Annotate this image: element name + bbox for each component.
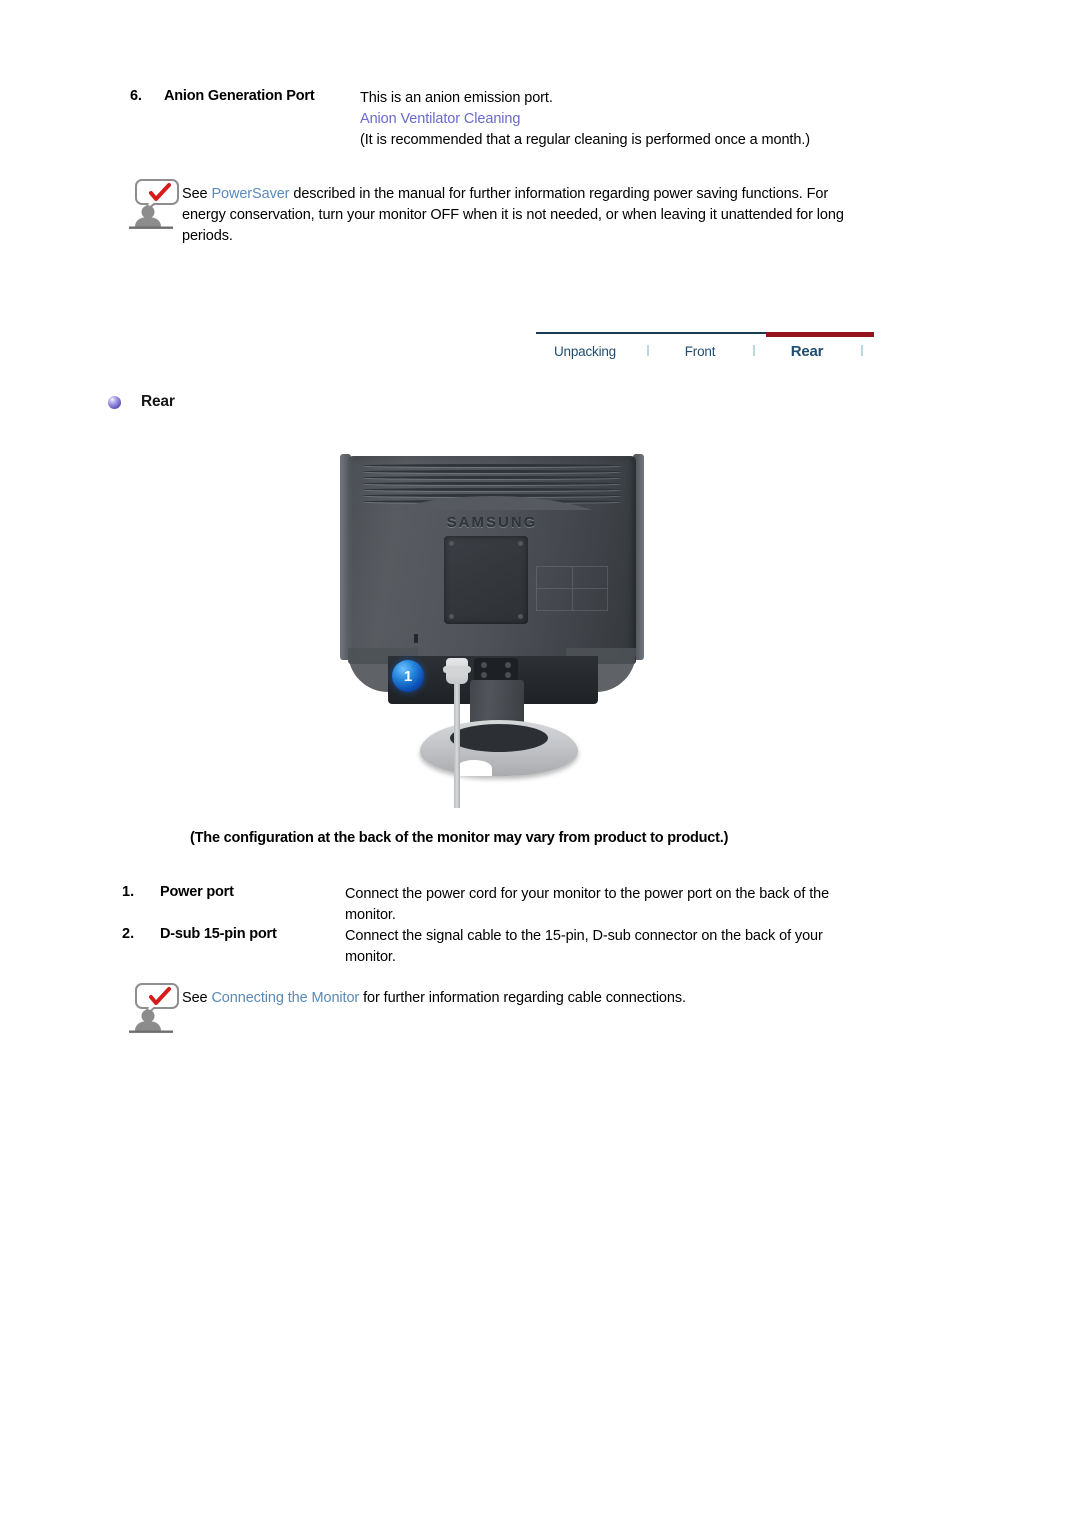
tab-top-border-active (848, 332, 874, 337)
tab-front[interactable]: Front (660, 332, 740, 366)
table-row: 2. D-sub 15-pin port Connect the signal … (122, 926, 892, 968)
note-connecting-the-monitor: See Connecting the Monitor for further i… (126, 980, 886, 1036)
port-description: Connect the signal cable to the 15-pin, … (345, 928, 823, 965)
monitor-rear-figure: SAMSUNG 1 (336, 448, 648, 808)
rear-section-heading: Rear (108, 393, 175, 411)
note-connecting-text: See Connecting the Monitor for further i… (182, 980, 872, 1009)
vesa-mount-plate (444, 536, 528, 624)
note-powersaver: See PowerSaver described in the manual f… (126, 176, 886, 247)
tab-top-border (740, 332, 766, 334)
monitor-rear-indicator (414, 634, 418, 643)
stand-base-notch (456, 760, 492, 776)
tab-top-border-active (766, 332, 848, 337)
note-powersaver-pre: See (182, 186, 212, 202)
sphere-bullet-icon (108, 395, 121, 409)
note-powersaver-text: See PowerSaver described in the manual f… (182, 176, 872, 247)
tab-front-label: Front (684, 344, 716, 359)
monitor-vent-grille (362, 462, 622, 510)
note-person-icon (126, 176, 182, 232)
monitor-side-panel-lines (536, 566, 608, 624)
tab-separator-1 (634, 332, 660, 366)
power-cable-connector (443, 658, 471, 684)
note-connecting-post: for further information regarding cable … (359, 990, 686, 1006)
anion-ventilator-cleaning-link[interactable]: Anion Ventilator Cleaning (360, 109, 890, 130)
samsung-logo: SAMSUNG (446, 514, 538, 531)
stand-base (420, 720, 578, 776)
stand-hinge-bracket (474, 658, 518, 682)
anion-item-label: Anion Generation Port (164, 88, 315, 104)
port-number: 2. (122, 926, 135, 942)
power-cable (454, 670, 460, 808)
tab-unpacking-label: Unpacking (554, 344, 616, 359)
connecting-the-monitor-link[interactable]: Connecting the Monitor (211, 990, 359, 1006)
configuration-varies-caption: (The configuration at the back of the mo… (190, 830, 729, 846)
port-name: D-sub 15-pin port (160, 926, 277, 942)
port-description-table: 1. Power port Connect the power cord for… (122, 884, 892, 968)
tab-separator-3 (848, 332, 874, 366)
tab-top-border (660, 332, 740, 334)
tab-rear[interactable]: Rear (766, 332, 848, 366)
powersaver-link[interactable]: PowerSaver (211, 186, 289, 202)
anion-description-line-2: (It is recommended that a regular cleani… (360, 132, 810, 148)
note-person-icon (126, 980, 182, 1036)
tab-separator-2 (740, 332, 766, 366)
rear-section-title: Rear (141, 393, 175, 410)
tab-unpacking[interactable]: Unpacking (536, 332, 634, 366)
anion-item-number: 6. (130, 88, 142, 104)
port-description: Connect the power cord for your monitor … (345, 886, 830, 923)
note-connecting-pre: See (182, 990, 212, 1006)
tab-rear-label: Rear (790, 343, 824, 360)
tab-top-border (536, 332, 634, 334)
tab-top-border (634, 332, 660, 334)
port-number: 1. (122, 884, 135, 900)
callout-badge-1: 1 (392, 660, 424, 692)
table-row: 1. Power port Connect the power cord for… (122, 884, 892, 926)
anion-description-line-1: This is an anion emission port. (360, 90, 553, 106)
port-name: Power port (160, 884, 234, 900)
anion-item-description: This is an anion emission port. Anion Ve… (360, 88, 890, 151)
section-tabbar: Unpacking Front Rear (536, 332, 876, 366)
